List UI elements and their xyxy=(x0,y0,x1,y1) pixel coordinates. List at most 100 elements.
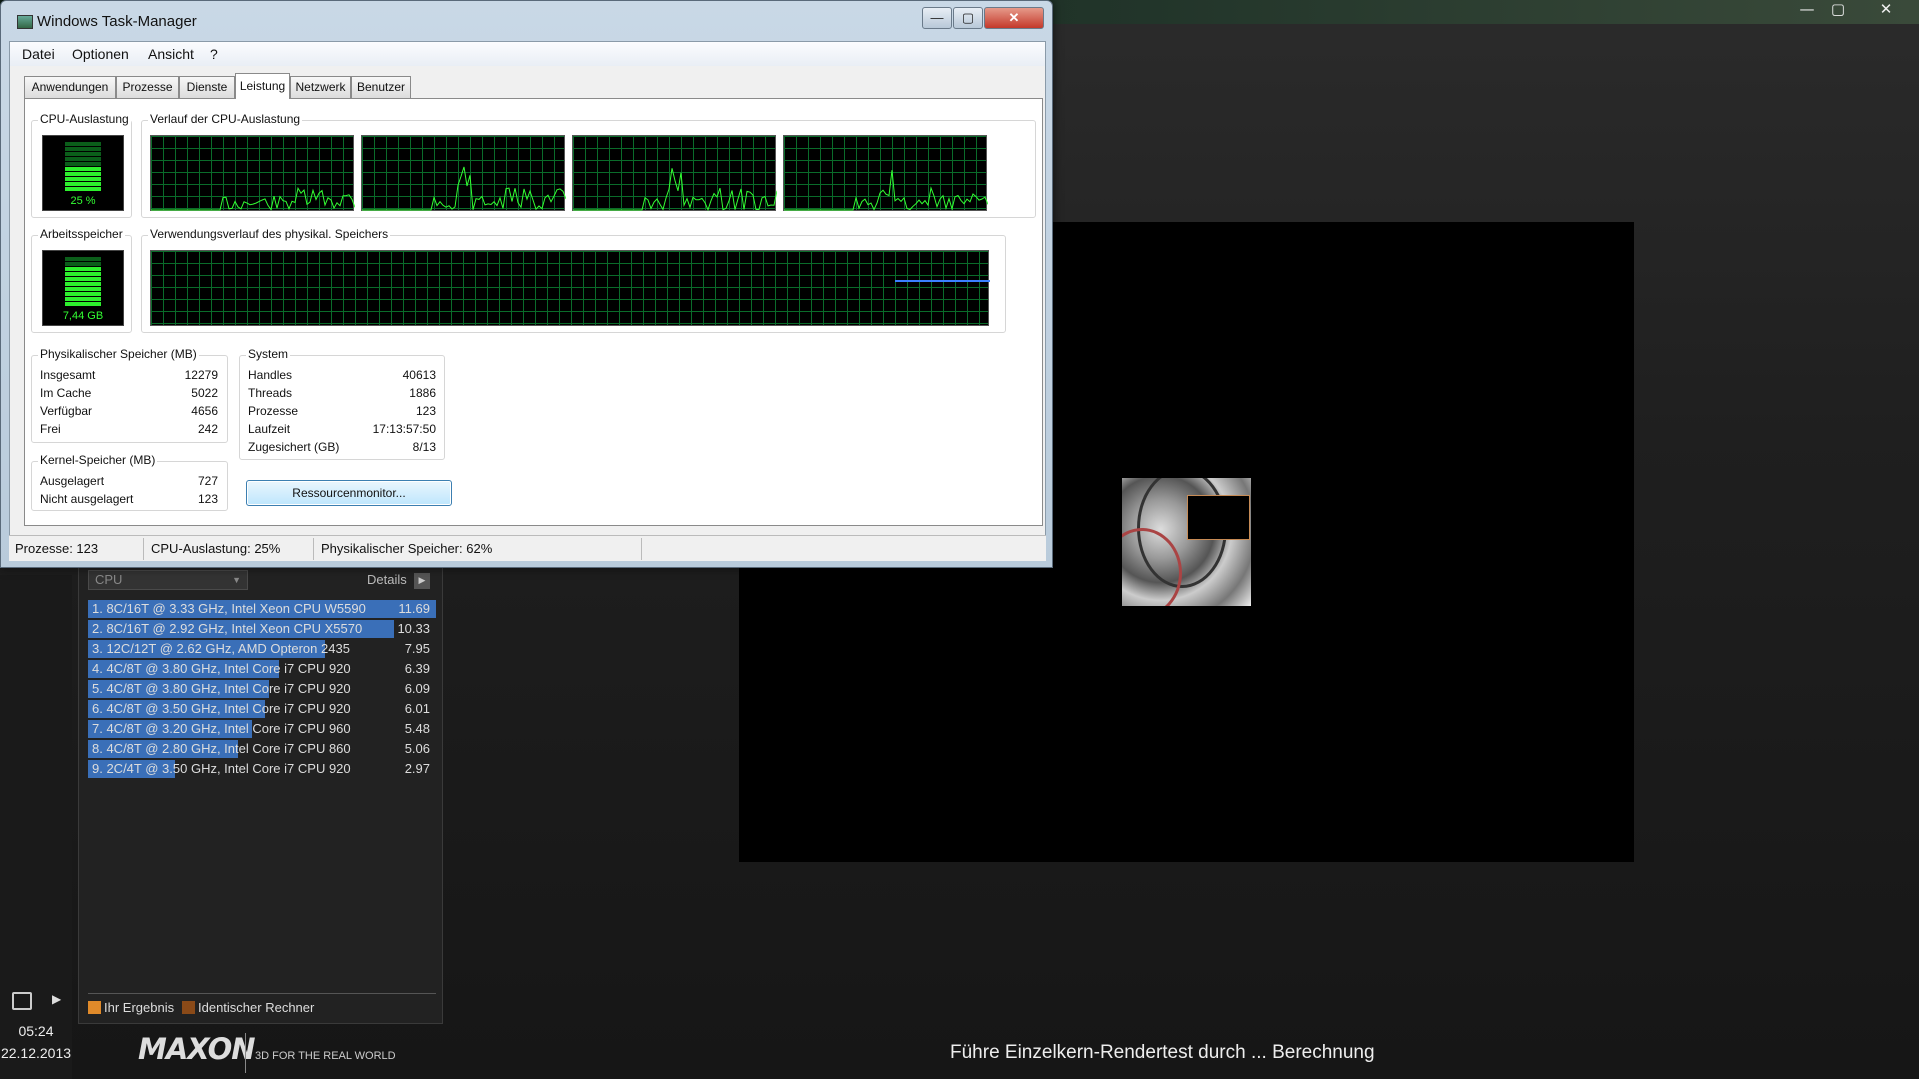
taskbar-clock[interactable]: 05:24 22.12.2013 xyxy=(0,1020,72,1064)
memory-history-graph xyxy=(150,250,990,326)
logo-divider xyxy=(245,1033,246,1073)
ranking-row-label: 8. 4C/8T @ 2.80 GHz, Intel Core i7 CPU 8… xyxy=(92,741,351,756)
stat-value: 8/13 xyxy=(412,440,436,454)
memory-value: 7,44 GB xyxy=(62,310,104,322)
stat-key: Ausgelagert xyxy=(40,474,105,488)
cinebench-maximize-button[interactable]: ▢ xyxy=(1822,0,1854,20)
details-arrow-icon[interactable]: ▶ xyxy=(414,573,430,589)
ranking-row[interactable]: 9. 2C/4T @ 3.50 GHz, Intel Core i7 CPU 9… xyxy=(88,760,436,778)
tab-prozesse[interactable]: Prozesse xyxy=(116,76,179,98)
stat-value: 727 xyxy=(197,474,218,488)
meter-segment xyxy=(65,272,101,276)
close-button[interactable]: ✕ xyxy=(984,7,1044,29)
task-manager-app-icon xyxy=(17,15,33,29)
ranking-row-score: 11.69 xyxy=(398,601,430,616)
task-manager-titlebar[interactable]: Windows Task-Manager — ▢ ✕ xyxy=(1,1,1052,33)
meter-segment xyxy=(65,282,101,286)
cpu-history-label: Verlauf der CPU-Auslastung xyxy=(148,112,303,126)
tray-expand-icon[interactable]: ▶ xyxy=(52,992,61,1006)
status-bar: Prozesse: 123 CPU-Auslastung: 25% Physik… xyxy=(9,535,1046,561)
menu-ansicht[interactable]: Ansicht xyxy=(148,46,194,62)
menu-datei[interactable]: Datei xyxy=(22,46,55,62)
legend-swatch-brown xyxy=(182,1001,195,1014)
legend-swatch-orange xyxy=(88,1001,101,1014)
ranking-row[interactable]: 2. 8C/16T @ 2.92 GHz, Intel Xeon CPU X55… xyxy=(88,620,436,638)
tab-netzwerk[interactable]: Netzwerk xyxy=(290,76,351,98)
stat-value: 242 xyxy=(197,422,218,436)
ranking-category-select[interactable]: CPU ▼ xyxy=(88,570,248,590)
cpu-usage-label: CPU-Auslastung xyxy=(38,112,131,126)
stat-value: 17:13:57:50 xyxy=(372,422,436,436)
cpu-core-graph xyxy=(572,135,777,212)
meter-segment xyxy=(65,287,101,291)
menu-optionen[interactable]: Optionen xyxy=(72,46,129,62)
memory-group: Arbeitsspeicher 7,44 GB xyxy=(31,227,132,333)
task-manager-window[interactable]: Windows Task-Manager — ▢ ✕ Datei Optione… xyxy=(0,0,1053,568)
legend-divider xyxy=(88,993,436,994)
menu-help[interactable]: ? xyxy=(210,46,218,62)
stat-row: Threads 1886 xyxy=(248,384,436,402)
ranking-row-label: 5. 4C/8T @ 3.80 GHz, Intel Core i7 CPU 9… xyxy=(92,681,351,696)
maximize-button[interactable]: ▢ xyxy=(953,7,983,29)
minimize-button[interactable]: — xyxy=(922,7,952,29)
cpu-history-line xyxy=(362,166,566,211)
ranking-row-score: 6.01 xyxy=(404,701,430,716)
ranking-row-label: 2. 8C/16T @ 2.92 GHz, Intel Xeon CPU X55… xyxy=(92,621,363,636)
ranking-row-score: 10.33 xyxy=(397,621,430,636)
render-status: Führe Einzelkern-Rendertest durch ... Be… xyxy=(950,1042,1375,1063)
cpu-usage-value: 25 % xyxy=(70,195,96,207)
tab-dienste[interactable]: Dienste xyxy=(179,76,235,98)
stat-row: Ausgelagert 727 xyxy=(40,472,218,490)
ranking-row[interactable]: 4. 4C/8T @ 3.80 GHz, Intel Core i7 CPU 9… xyxy=(88,660,436,678)
stat-row: Im Cache 5022 xyxy=(40,384,218,402)
status-cpu: CPU-Auslastung: 25% xyxy=(151,541,281,556)
tab-anwendungen[interactable]: Anwendungen xyxy=(24,76,116,98)
stat-key: Threads xyxy=(248,386,293,400)
ranking-row[interactable]: 7. 4C/8T @ 3.20 GHz, Intel Core i7 CPU 9… xyxy=(88,720,436,738)
status-processes: Prozesse: 123 xyxy=(15,541,99,556)
memory-meter: 7,44 GB xyxy=(42,250,124,326)
stat-key: Zugesichert (GB) xyxy=(248,440,340,454)
ranking-category-value: CPU xyxy=(95,572,123,587)
tab-benutzer[interactable]: Benutzer xyxy=(351,76,411,98)
ranking-row[interactable]: 3. 12C/12T @ 2.62 GHz, AMD Opteron 2435 7… xyxy=(88,640,436,658)
stat-key: Nicht ausgelagert xyxy=(40,492,134,506)
ranking-row-score: 2.97 xyxy=(404,761,430,776)
cinebench-minimize-button[interactable]: — xyxy=(1791,0,1823,20)
stat-key: Im Cache xyxy=(40,386,92,400)
system-label: System xyxy=(246,347,291,361)
stat-value: 12279 xyxy=(184,368,218,382)
ranking-row-label: 4. 4C/8T @ 3.80 GHz, Intel Core i7 CPU 9… xyxy=(92,661,351,676)
resource-monitor-button[interactable]: Ressourcenmonitor... xyxy=(246,480,452,506)
task-manager-client: Datei Optionen Ansicht ? Anwendungen Pro… xyxy=(9,41,1046,561)
stat-key: Prozesse xyxy=(248,404,299,418)
stat-key: Handles xyxy=(248,368,293,382)
status-separator xyxy=(641,538,642,560)
ranking-row[interactable]: 8. 4C/8T @ 2.80 GHz, Intel Core i7 CPU 8… xyxy=(88,740,436,758)
cpu-core-graph xyxy=(361,135,566,211)
tab-leistung[interactable]: Leistung xyxy=(235,73,290,99)
stat-value: 5022 xyxy=(191,386,218,400)
stat-key: Frei xyxy=(40,422,61,436)
ranking-row-score: 6.39 xyxy=(404,661,430,676)
network-icon[interactable] xyxy=(12,992,32,1010)
cinebench-close-button[interactable]: ✕ xyxy=(1870,0,1902,20)
ranking-row[interactable]: 5. 4C/8T @ 3.80 GHz, Intel Core i7 CPU 9… xyxy=(88,680,436,698)
meter-segment xyxy=(65,167,101,171)
performance-page: CPU-Auslastung 25 % Verlauf der CPU-Ausl… xyxy=(24,98,1043,526)
maxon-logo: MAXON xyxy=(138,1032,256,1066)
ranking-details-label[interactable]: Details xyxy=(367,572,407,587)
stat-key: Verfügbar xyxy=(40,404,93,418)
meter-segment xyxy=(65,182,101,186)
ranking-row[interactable]: 1. 8C/16T @ 3.33 GHz, Intel Xeon CPU W55… xyxy=(88,600,436,618)
stat-row: Laufzeit 17:13:57:50 xyxy=(248,420,436,438)
memory-history-line xyxy=(895,280,990,282)
legend-identical-label: Identischer Rechner xyxy=(198,1000,315,1015)
ranking-row-score: 6.09 xyxy=(404,681,430,696)
ranking-row-score: 5.48 xyxy=(404,721,430,736)
stat-value: 1886 xyxy=(409,386,436,400)
memory-label: Arbeitsspeicher xyxy=(38,227,125,241)
ranking-row[interactable]: 6. 4C/8T @ 3.50 GHz, Intel Core i7 CPU 9… xyxy=(88,700,436,718)
stat-row: Insgesamt 12279 xyxy=(40,366,218,384)
cpu-usage-group: CPU-Auslastung 25 % xyxy=(31,112,132,218)
